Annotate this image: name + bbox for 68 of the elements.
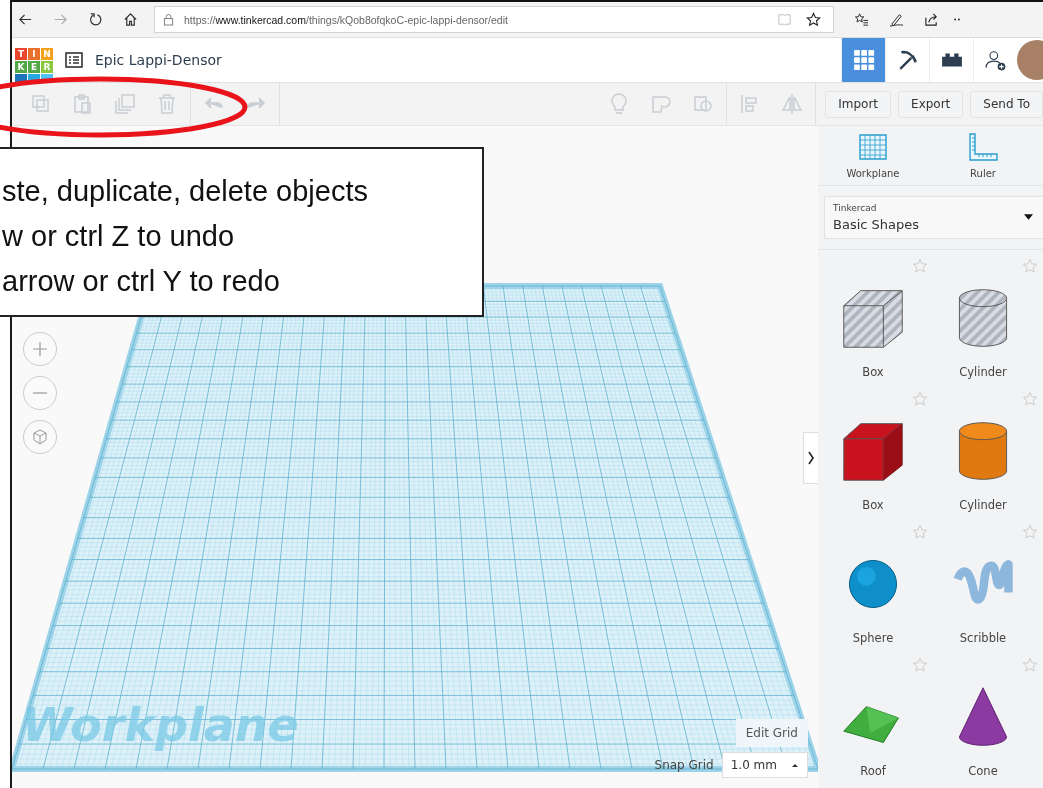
tool-label: Workplane	[846, 167, 900, 179]
plus-icon	[33, 342, 47, 356]
grid-icon	[852, 49, 875, 71]
shape-tile[interactable]: Box	[818, 256, 928, 389]
annotation-text: ste, duplicate, delete objects	[2, 174, 369, 209]
ruler-icon	[967, 131, 999, 162]
favorite-star-icon[interactable]	[1022, 657, 1038, 673]
shape-label: Scribble	[959, 631, 1007, 645]
snap-grid-select[interactable]: 1.0 mm	[721, 752, 808, 778]
favorites-list-icon[interactable]	[854, 12, 869, 27]
annotation-text: arrow or ctrl Y to redo	[2, 264, 281, 299]
minus-icon	[33, 392, 47, 394]
zoom-out-button[interactable]	[23, 376, 57, 410]
panel-toggle-button[interactable]	[803, 432, 818, 484]
shape-tile[interactable]: Scribble	[928, 522, 1038, 655]
list-icon[interactable]	[65, 52, 83, 68]
library-name: Basic Shapes	[833, 216, 921, 232]
tool-label: Ruler	[970, 167, 996, 179]
caret-icon	[791, 761, 799, 769]
shape-label: Cone	[968, 764, 998, 778]
view-cube-button[interactable]	[23, 420, 57, 454]
toolbar-action-button[interactable]: Export	[898, 90, 964, 118]
home-icon[interactable]	[123, 12, 138, 27]
shape-label: Box	[862, 498, 884, 512]
shape-tile[interactable]: Cone	[928, 655, 1038, 788]
star-icon[interactable]	[806, 12, 821, 27]
caret-icon	[1024, 214, 1033, 221]
favorite-star-icon[interactable]	[912, 657, 928, 673]
shape-label: Cylinder	[959, 365, 1007, 379]
address-bar[interactable]: https://www.tinkercad.com/things/kQob8ofqkoC-epic-lappi-densor/edit	[154, 6, 834, 33]
shape-label: Roof	[860, 764, 886, 778]
edit-grid-button[interactable]: Edit Grid	[735, 719, 808, 747]
lock-icon	[163, 13, 174, 26]
shape-library-dropdown[interactable]: Tinkercad Basic Shapes	[824, 195, 1043, 239]
shape-tile[interactable]: Roof	[818, 655, 928, 788]
back-arrow-icon[interactable]	[18, 12, 33, 27]
favorite-star-icon[interactable]	[912, 391, 928, 407]
reading-view-icon[interactable]	[777, 12, 792, 27]
shape-tile[interactable]: Cylinder	[928, 389, 1038, 522]
url-text: https://www.tinkercad.com/things/kQob8ofqkoC-epic-lappi-densor/edit	[184, 13, 508, 26]
annotation-text: w or ctrl Z to undo	[2, 219, 236, 254]
shape-tile[interactable]: Box	[818, 389, 928, 522]
shape-label: Box	[862, 365, 884, 379]
cube-icon	[33, 429, 47, 445]
shape-label: Sphere	[852, 631, 894, 645]
library-source-label: Tinkercad	[833, 202, 878, 213]
reload-icon[interactable]	[88, 12, 103, 27]
chevron-icon	[807, 450, 815, 466]
shape-tile[interactable]: Sphere	[818, 522, 928, 655]
favorite-star-icon[interactable]	[912, 258, 928, 274]
favorite-star-icon[interactable]	[1022, 258, 1038, 274]
favorite-star-icon[interactable]	[912, 524, 928, 540]
share-icon[interactable]	[924, 12, 939, 27]
toolbar-action-button[interactable]: Import	[825, 90, 892, 118]
panel-tool[interactable]: Ruler	[928, 126, 1038, 185]
add-user-icon	[984, 49, 1007, 71]
project-title[interactable]: Epic Lappi-Densor	[95, 52, 222, 68]
favorite-star-icon[interactable]	[1022, 391, 1038, 407]
shape-label: Cylinder	[959, 498, 1007, 512]
favorite-star-icon[interactable]	[1022, 524, 1038, 540]
zoom-in-button[interactable]	[23, 332, 57, 366]
forward-arrow-icon[interactable]	[53, 12, 68, 27]
workplane-icon	[857, 131, 889, 162]
pen-icon[interactable]	[889, 12, 904, 27]
panel-tool[interactable]: Workplane	[818, 126, 928, 185]
snap-grid-label: Snap Grid	[654, 758, 714, 772]
toolbar-action-button[interactable]: Send To	[970, 90, 1043, 118]
shape-tile[interactable]: Cylinder	[928, 256, 1038, 389]
